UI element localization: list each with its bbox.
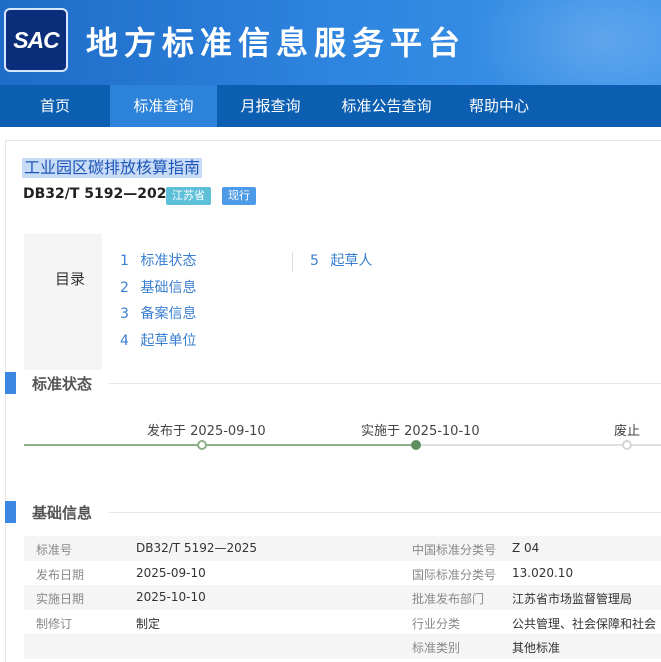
section-header-basic-info: 基础信息 — [5, 501, 661, 523]
field-value: 公共管理、社会保障和社会 — [512, 616, 657, 631]
field-label: 国际标准分类号 — [412, 567, 497, 582]
nav-item-monthly-report[interactable]: 月报查询 — [217, 85, 324, 127]
table-row: 标准类别 其他标准 — [24, 634, 661, 659]
timeline-label-published: 发布于 2025-09-10 — [147, 424, 266, 439]
section-divider — [109, 383, 661, 384]
toc-item-number: 3 — [120, 306, 129, 322]
toc-item-drafters[interactable]: 5 起草人 — [310, 250, 372, 277]
province-badge: 江苏省 — [166, 187, 211, 205]
site-title: 地方标准信息服务平台 — [86, 24, 467, 62]
section-divider — [109, 512, 661, 513]
field-label: 标准号 — [36, 543, 73, 557]
table-row: 发布日期 2025-09-10 国际标准分类号 13.020.10 — [24, 561, 661, 586]
section-accent-bar — [5, 372, 16, 394]
field-value: 2025-10-10 — [136, 590, 206, 604]
toc-item-label: 起草人 — [330, 253, 373, 269]
field-value: DB32/T 5192—2025 — [136, 541, 258, 555]
banner-glow — [470, 0, 661, 85]
toc-column-1: 1 标准状态 2 基础信息 3 备案信息 4 起草单位 — [120, 250, 196, 356]
toc-item-number: 4 — [120, 332, 129, 349]
nav-item-standard-search[interactable]: 标准查询 — [110, 85, 217, 127]
table-row: 实施日期 2025-10-10 批准发布部门 江苏省市场监督管理局 — [24, 585, 661, 610]
toc-label-box: 目录 — [24, 234, 102, 370]
timeline-progress — [24, 444, 416, 446]
toc-item-drafting-units[interactable]: 4 起草单位 — [120, 330, 196, 357]
toc-item-label: 起草单位 — [140, 332, 197, 349]
toc-item-number: 2 — [120, 279, 129, 296]
standard-code: DB32/T 5192—2025 — [23, 186, 177, 202]
nav-item-announcement-search[interactable]: 标准公告查询 — [324, 85, 449, 127]
toc-item-number: 5 — [310, 253, 319, 269]
section-header-status: 标准状态 — [5, 372, 661, 394]
field-label: 中国标准分类号 — [412, 543, 497, 557]
timeline-label-implemented: 实施于 2025-10-10 — [361, 424, 480, 439]
toc-label: 目录 — [55, 270, 86, 288]
timeline-node-abolished — [622, 440, 632, 450]
status-timeline: 发布于 2025-09-10 实施于 2025-10-10 废止 — [24, 410, 661, 460]
field-label: 批准发布部门 — [412, 592, 485, 606]
table-row: 标准号 DB32/T 5192—2025 中国标准分类号 Z 04 — [24, 536, 661, 561]
timeline-node-published — [197, 440, 207, 450]
main-nav: 首页 标准查询 月报查询 标准公告查询 帮助中心 — [0, 85, 661, 127]
toc-item-basic-info[interactable]: 2 基础信息 — [120, 277, 196, 304]
section-title: 标准状态 — [32, 375, 93, 393]
toc-column-2: 5 起草人 — [310, 250, 372, 277]
toc-item-standard-status[interactable]: 1 标准状态 — [120, 250, 196, 277]
nav-item-help-center[interactable]: 帮助中心 — [449, 85, 549, 127]
field-value: 制定 — [136, 616, 161, 631]
toc-item-label: 标准状态 — [140, 253, 197, 269]
toc-item-filing-info[interactable]: 3 备案信息 — [120, 303, 196, 330]
header-banner: SAC 地方标准信息服务平台 — [0, 0, 661, 85]
field-value: Z 04 — [512, 541, 540, 555]
toc-divider — [292, 252, 293, 272]
sac-logo[interactable]: SAC — [4, 8, 68, 72]
field-value: 其他标准 — [512, 641, 561, 655]
section-accent-bar — [5, 501, 16, 523]
timeline-node-implemented — [411, 440, 421, 450]
field-label: 制修订 — [36, 616, 73, 631]
timeline-label-abolished: 废止 — [614, 424, 641, 439]
field-label: 标准类别 — [412, 641, 461, 655]
table-row: 制修订 制定 行业分类 公共管理、社会保障和社会 — [24, 610, 661, 635]
field-value: 江苏省市场监督管理局 — [512, 592, 633, 606]
toc-item-number: 1 — [120, 253, 129, 269]
field-value: 2025-09-10 — [136, 565, 206, 580]
field-label: 发布日期 — [36, 567, 85, 582]
field-label: 行业分类 — [412, 616, 461, 631]
logo-text: SAC — [13, 26, 60, 53]
status-badge: 现行 — [222, 187, 256, 205]
toc-item-label: 基础信息 — [140, 279, 197, 296]
table-of-contents: 目录 1 标准状态 2 基础信息 3 备案信息 4 起草单位 5 起草人 — [24, 234, 661, 370]
nav-item-home[interactable]: 首页 — [0, 85, 110, 127]
toc-item-label: 备案信息 — [140, 306, 197, 322]
field-label: 实施日期 — [36, 592, 85, 606]
standard-title: 工业园区碳排放核算指南 — [22, 158, 203, 178]
section-title: 基础信息 — [32, 504, 93, 522]
field-value: 13.020.10 — [512, 565, 574, 580]
